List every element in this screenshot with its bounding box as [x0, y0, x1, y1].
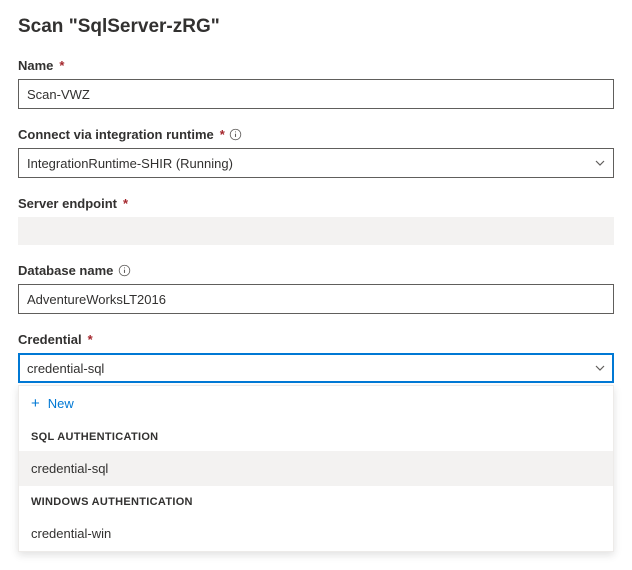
required-indicator: * [123, 196, 128, 211]
field-name: Name * [18, 58, 614, 109]
database-input[interactable] [18, 284, 614, 314]
database-label: Database name [18, 263, 614, 278]
required-indicator: * [88, 332, 93, 347]
required-indicator: * [220, 127, 225, 142]
dropdown-group-header-win: WINDOWS AUTHENTICATION [19, 486, 613, 516]
dropdown-item-credential-win[interactable]: credential-win [19, 516, 613, 551]
dropdown-item-credential-sql[interactable]: credential-sql [19, 451, 613, 486]
info-icon[interactable] [229, 128, 243, 142]
credential-dropdown: + New SQL AUTHENTICATION credential-sql … [18, 385, 614, 552]
runtime-label-text: Connect via integration runtime [18, 127, 214, 142]
dropdown-new[interactable]: + New [19, 386, 613, 421]
field-endpoint: Server endpoint * [18, 196, 614, 245]
required-indicator: * [59, 58, 64, 73]
name-input[interactable] [18, 79, 614, 109]
endpoint-label: Server endpoint * [18, 196, 614, 211]
database-label-text: Database name [18, 263, 113, 278]
plus-icon: + [31, 396, 40, 411]
credential-label-text: Credential [18, 332, 82, 347]
runtime-select-value: IntegrationRuntime-SHIR (Running) [27, 156, 233, 171]
field-credential: Credential * credential-sql + New SQL AU… [18, 332, 614, 552]
runtime-select[interactable]: IntegrationRuntime-SHIR (Running) [18, 148, 614, 178]
endpoint-label-text: Server endpoint [18, 196, 117, 211]
endpoint-input[interactable] [18, 217, 614, 245]
credential-select-wrap: credential-sql [18, 353, 614, 383]
page-title: Scan "SqlServer-zRG" [18, 16, 614, 38]
info-icon[interactable] [117, 264, 131, 278]
credential-select-value: credential-sql [27, 361, 104, 376]
name-label: Name * [18, 58, 614, 73]
runtime-label: Connect via integration runtime * [18, 127, 614, 142]
dropdown-new-label: New [48, 396, 74, 411]
credential-label: Credential * [18, 332, 614, 347]
field-runtime: Connect via integration runtime * Integr… [18, 127, 614, 178]
dropdown-group-header-sql: SQL AUTHENTICATION [19, 421, 613, 451]
field-database: Database name [18, 263, 614, 314]
credential-select[interactable]: credential-sql [18, 353, 614, 383]
runtime-select-wrap: IntegrationRuntime-SHIR (Running) [18, 148, 614, 178]
name-label-text: Name [18, 58, 53, 73]
